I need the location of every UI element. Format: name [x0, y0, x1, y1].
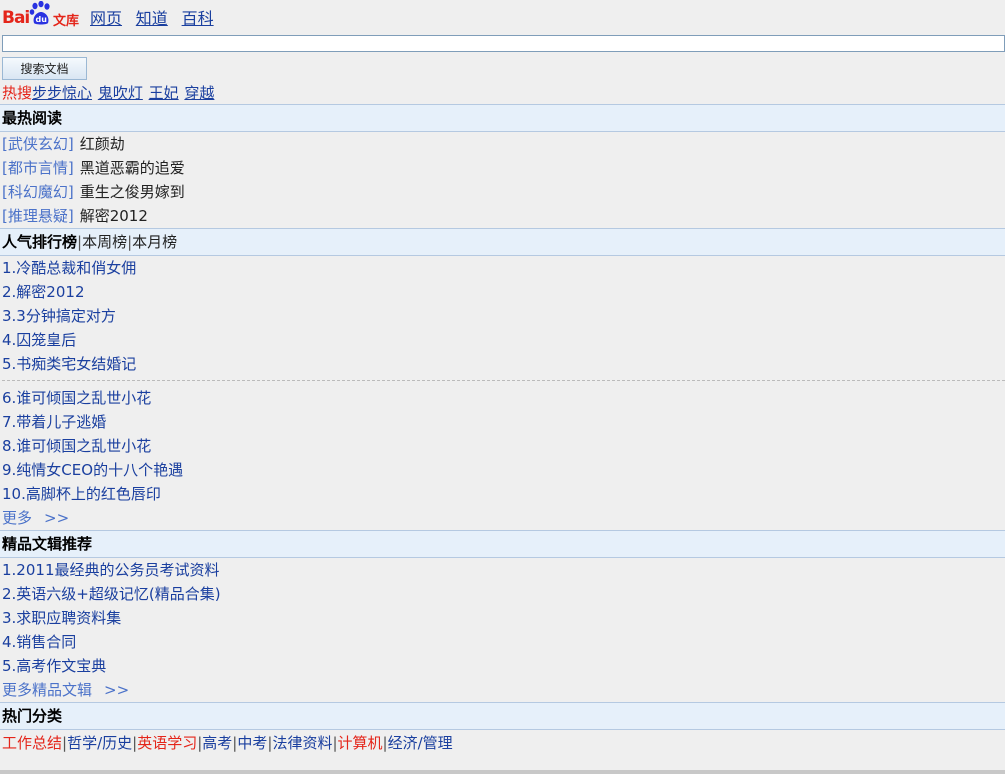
list-item[interactable]: [都市言情] 黑道恶霸的追爱 — [2, 156, 1005, 180]
nav-link-web[interactable]: 网页 — [90, 9, 122, 28]
paw-icon: du — [29, 1, 50, 25]
ranking-item[interactable]: 1.冷酷总裁和俏女佣 — [2, 256, 1005, 280]
more-label: 更多 — [2, 509, 33, 527]
category-link[interactable]: 英语学习 — [137, 734, 197, 752]
ranking-item[interactable]: 2.解密2012 — [2, 280, 1005, 304]
hot-search-label: 热搜 — [2, 84, 33, 102]
more-arrow: >> — [44, 509, 70, 527]
top-nav: 网页 知道 百科 — [90, 5, 223, 29]
ranking-item[interactable]: 9.纯情女CEO的十八个艳遇 — [2, 458, 1005, 482]
featured-item[interactable]: 1.2011最经典的公务员考试资料 — [2, 558, 1005, 582]
nav-link-baike[interactable]: 百科 — [182, 9, 214, 28]
featured-item[interactable]: 5.高考作文宝典 — [2, 654, 1005, 678]
dashed-divider — [2, 380, 1005, 381]
ranking-more-link[interactable]: 更多 >> — [0, 506, 1005, 530]
category-link[interactable]: 中考 — [237, 734, 267, 752]
search-row — [0, 34, 1005, 52]
search-button-row: 搜索文档 — [0, 52, 1005, 80]
featured-item[interactable]: 3.求职应聘资料集 — [2, 606, 1005, 630]
item-title[interactable]: 解密2012 — [80, 207, 148, 225]
category-links: 工作总结|哲学/历史|英语学习|高考|中考|法律资料|计算机|经济/管理 — [0, 730, 1005, 754]
baidu-wenku-logo[interactable]: Bai du 文库 — [2, 1, 80, 29]
ranking-list: 1.冷酷总裁和俏女佣 2.解密2012 3.3分钟搞定对方 4.囚笼皇后 5.书… — [0, 256, 1005, 506]
tab-this-month[interactable]: 本月榜 — [132, 233, 177, 251]
list-item[interactable]: [武侠玄幻] 红颜劫 — [2, 132, 1005, 156]
ranking-item[interactable]: 10.高脚杯上的红色唇印 — [2, 482, 1005, 506]
category-link[interactable]: 经济/管理 — [388, 734, 453, 752]
featured-more-link[interactable]: 更多精品文辑 >> — [0, 678, 1005, 702]
category-link[interactable]: 计算机 — [338, 734, 383, 752]
section-title-categories: 热门分类 — [0, 702, 1005, 730]
more-arrow: >> — [104, 681, 130, 699]
hot-search-item[interactable]: 步步惊心 — [32, 84, 92, 102]
ranking-item[interactable]: 3.3分钟搞定对方 — [2, 304, 1005, 328]
category-link[interactable]: 工作总结 — [2, 734, 62, 752]
section-header-ranking: 人气排行榜|本周榜|本月榜 — [0, 228, 1005, 256]
featured-list: 1.2011最经典的公务员考试资料 2.英语六级+超级记忆(精品合集) 3.求职… — [0, 558, 1005, 678]
item-title[interactable]: 红颜劫 — [80, 135, 125, 153]
list-item[interactable]: [科幻魔幻] 重生之俊男嫁到 — [2, 180, 1005, 204]
category-link[interactable]: 高考 — [202, 734, 232, 752]
hot-search-item[interactable]: 穿越 — [184, 84, 214, 102]
ranking-item[interactable]: 6.谁可倾国之乱世小花 — [2, 386, 1005, 410]
ranking-item[interactable]: 8.谁可倾国之乱世小花 — [2, 434, 1005, 458]
list-item[interactable]: [推理悬疑] 解密2012 — [2, 204, 1005, 228]
item-category[interactable]: [武侠玄幻] — [2, 135, 74, 153]
logo-paw-text: du — [36, 15, 48, 24]
hot-search-row: 热搜步步惊心 鬼吹灯 王妃 穿越 — [0, 80, 1005, 104]
featured-item[interactable]: 4.销售合同 — [2, 630, 1005, 654]
search-input[interactable] — [2, 35, 1005, 52]
bottom-border — [0, 770, 1005, 774]
featured-item[interactable]: 2.英语六级+超级记忆(精品合集) — [2, 582, 1005, 606]
logo-bai-text: Bai — [2, 8, 30, 28]
ranking-item[interactable]: 4.囚笼皇后 — [2, 328, 1005, 352]
search-documents-button[interactable]: 搜索文档 — [2, 57, 87, 80]
ranking-item[interactable]: 5.书痴类宅女结婚记 — [2, 352, 1005, 376]
more-label: 更多精品文辑 — [2, 681, 93, 699]
hot-search-item[interactable]: 鬼吹灯 — [98, 84, 143, 102]
logo-wenku-text: 文库 — [53, 14, 80, 29]
section-title-featured: 精品文辑推荐 — [0, 530, 1005, 558]
item-title[interactable]: 重生之俊男嫁到 — [80, 183, 185, 201]
tab-this-week[interactable]: 本周榜 — [82, 233, 127, 251]
hottest-reading-list: [武侠玄幻] 红颜劫 [都市言情] 黑道恶霸的追爱 [科幻魔幻] 重生之俊男嫁到 [推… — [0, 132, 1005, 228]
nav-link-zhidao[interactable]: 知道 — [136, 9, 168, 28]
ranking-item[interactable]: 7.带着儿子逃婚 — [2, 410, 1005, 434]
section-title-ranking: 人气排行榜 — [2, 233, 78, 251]
category-link[interactable]: 哲学/历史 — [67, 734, 132, 752]
item-title[interactable]: 黑道恶霸的追爱 — [80, 159, 185, 177]
item-category[interactable]: [都市言情] — [2, 159, 74, 177]
section-title-hottest-reading: 最热阅读 — [0, 104, 1005, 132]
item-category[interactable]: [推理悬疑] — [2, 207, 74, 225]
hot-search-item[interactable]: 王妃 — [149, 84, 179, 102]
header: Bai du 文库 网页 知道 百科 — [0, 0, 1005, 34]
category-link[interactable]: 法律资料 — [272, 734, 332, 752]
item-category[interactable]: [科幻魔幻] — [2, 183, 74, 201]
